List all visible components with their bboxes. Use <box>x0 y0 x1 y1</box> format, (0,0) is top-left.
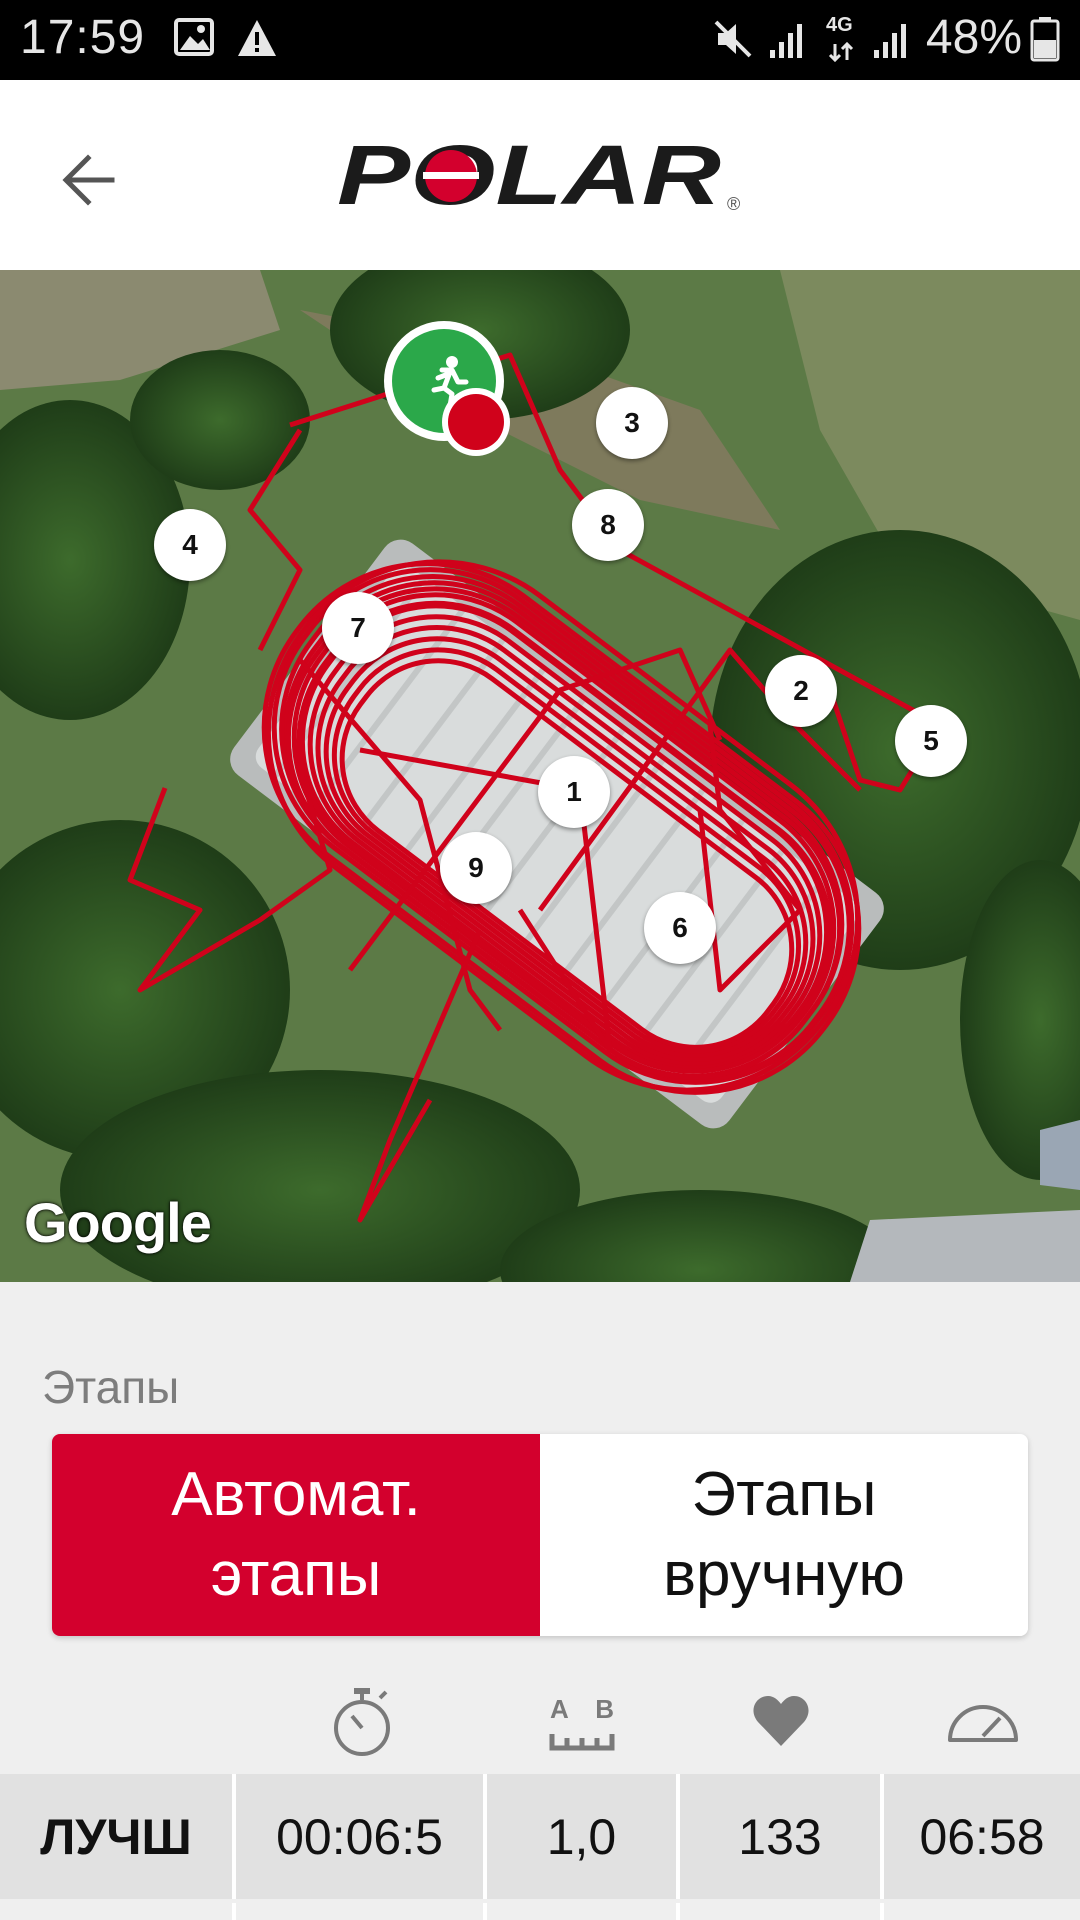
table-cell <box>884 1903 1080 1920</box>
battery-percent: 48% <box>925 11 1022 64</box>
polar-logo: POLAR ® <box>337 128 747 223</box>
lap-marker-1[interactable]: 1 <box>538 756 610 828</box>
app-header: POLAR ® <box>0 80 1080 270</box>
stopwatch-icon <box>330 1686 394 1761</box>
laps-section-title: Этапы <box>42 1361 180 1413</box>
lap-marker-7[interactable]: 7 <box>322 592 394 664</box>
table-cell <box>236 1903 483 1920</box>
heart-icon <box>752 1694 810 1753</box>
signal-icon <box>768 22 806 65</box>
lap-marker-5[interactable]: 5 <box>895 705 967 777</box>
best-distance: 1,0 <box>487 1774 676 1899</box>
warning-icon <box>236 18 278 63</box>
lap-marker-2[interactable]: 2 <box>765 655 837 727</box>
manual-laps-tab[interactable]: Этапы вручную <box>540 1434 1028 1636</box>
image-icon <box>174 18 214 61</box>
laps-type-toggle: Автомат. этапы Этапы вручную <box>52 1434 1028 1636</box>
arrow-left-icon <box>62 154 115 206</box>
auto-laps-tab[interactable]: Автомат. этапы <box>52 1434 540 1636</box>
back-button[interactable] <box>56 140 136 220</box>
lap-marker-4[interactable]: 4 <box>154 509 226 581</box>
status-time: 17:59 <box>20 11 146 64</box>
lap-marker-9[interactable]: 9 <box>440 832 512 904</box>
table-cell <box>680 1903 880 1920</box>
network-type: 4G <box>826 14 853 36</box>
mute-icon <box>712 18 754 65</box>
best-heart-rate: 133 <box>680 1774 880 1899</box>
route-map[interactable]: 1 2 3 4 5 6 7 8 9 Google <box>0 270 1080 1282</box>
laps-next-row <box>0 1903 1080 1920</box>
logo-registered: ® <box>727 194 740 214</box>
satellite-map <box>0 270 1080 1282</box>
best-label: ЛУЧШ <box>0 1774 232 1899</box>
status-bar: 17:59 4G 48% <box>0 0 1080 80</box>
google-attribution: Google <box>24 1191 212 1254</box>
laps-best-row: ЛУЧШ 00:06:5 1,0 133 06:58 <box>0 1774 1080 1899</box>
best-time: 00:06:5 <box>236 1774 483 1899</box>
lap-marker-3[interactable]: 3 <box>596 387 668 459</box>
best-pace: 06:58 <box>884 1774 1080 1899</box>
lap-marker-6[interactable]: 6 <box>644 892 716 964</box>
table-cell <box>487 1903 676 1920</box>
battery-icon <box>1030 16 1060 67</box>
speedometer-icon <box>946 1696 1020 1749</box>
distance-ab-text: A B <box>550 1694 614 1724</box>
data-arrows-icon <box>828 41 854 67</box>
table-cell <box>0 1903 232 1920</box>
lap-marker-8[interactable]: 8 <box>572 489 644 561</box>
logo-text: POLAR <box>337 138 721 218</box>
distance-ab-icon: A B <box>548 1694 618 1759</box>
signal-icon <box>872 22 910 65</box>
